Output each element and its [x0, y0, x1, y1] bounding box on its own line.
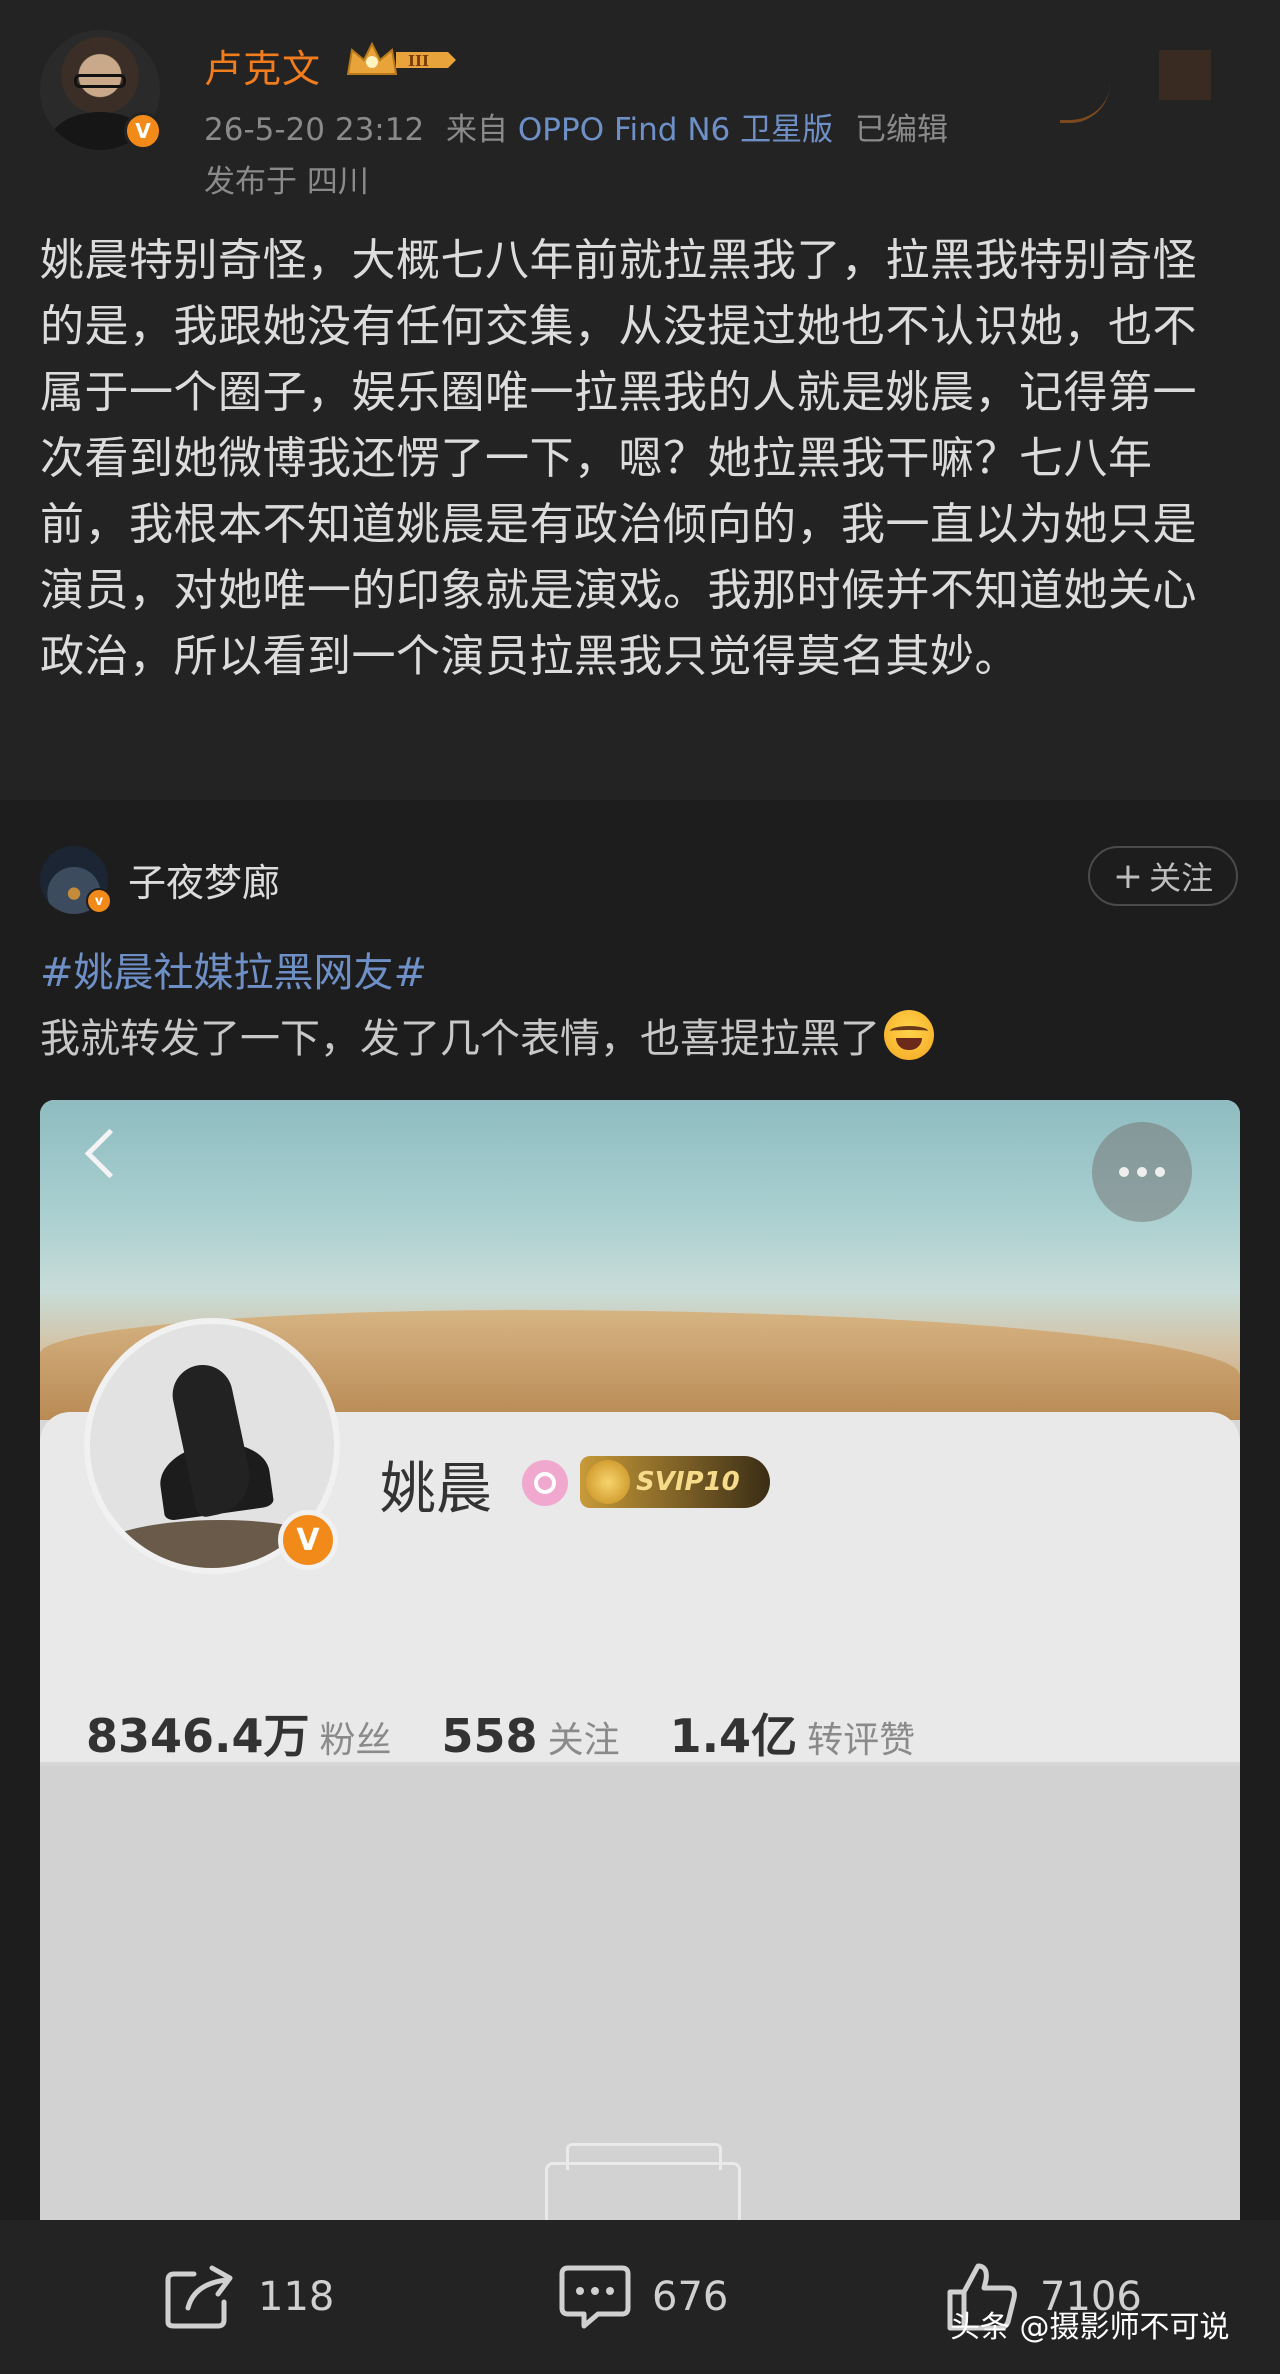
watermark-text: 头条 @摄影师不可说	[950, 2310, 1230, 2345]
comment-count: 676	[652, 2274, 729, 2320]
profile-verified-icon: V	[278, 1510, 338, 1570]
corner-decoration-square	[1159, 50, 1211, 100]
level-badge-text: III	[408, 52, 429, 70]
post-location: 发布于 四川	[204, 164, 369, 200]
like-button[interactable]: 7106	[946, 2220, 1142, 2374]
share-button[interactable]: 118	[164, 2220, 334, 2374]
member-crown-icon: III	[346, 41, 456, 75]
stat-fans-value: 8346.4万	[86, 1709, 310, 1763]
stat-interactions-value: 1.4亿	[669, 1709, 798, 1763]
profile-stats: 8346.4万 粉丝 558 关注 1.4亿 转评赞	[86, 1700, 965, 1766]
post-date: 26-5-20 23:12	[204, 112, 425, 148]
author-username[interactable]: 卢克文	[204, 38, 321, 93]
stat-fans-label: 粉丝	[319, 1720, 392, 1761]
plus-icon: +	[1112, 855, 1144, 897]
edited-label[interactable]: 已编辑	[855, 112, 948, 148]
hashtag-link[interactable]: #姚晨社媒拉黑网友#	[40, 940, 427, 998]
more-options-icon	[1092, 1122, 1192, 1222]
source-prefix: 来自	[446, 112, 509, 148]
share-icon	[165, 2265, 233, 2329]
svip-badge: SVIP10	[580, 1456, 770, 1508]
avatar-glasses-shape	[74, 74, 126, 88]
profile-name: 姚晨	[380, 1457, 492, 1522]
repost-username[interactable]: 子夜梦廊	[128, 852, 280, 907]
stat-interactions-label: 转评赞	[807, 1720, 916, 1761]
female-gender-icon	[522, 1460, 568, 1506]
comment-icon	[559, 2265, 631, 2329]
stat-following-value: 558	[441, 1709, 538, 1763]
follow-label: 关注	[1149, 859, 1214, 897]
share-count: 118	[258, 2274, 335, 2320]
verified-v-icon: V	[124, 112, 162, 150]
device-link[interactable]: OPPO Find N6 卫星版	[518, 112, 833, 148]
repost-verified-icon: v	[86, 888, 112, 914]
repost-text: 我就转发了一下，发了几个表情，也喜提拉黑了	[40, 1006, 934, 1064]
corner-decoration-arc	[1060, 60, 1110, 123]
post-body-text: 姚晨特别奇怪，大概七八年前就拉黑我了，拉黑我特别奇怪的是，我跟她没有任何交集，从…	[40, 235, 1197, 682]
original-post: V 卢克文 III 26-5-20 23:12 来自 OPPO Find N6 …	[0, 0, 1280, 800]
post-meta: 26-5-20 23:12 来自 OPPO Find N6 卫星版 已编辑	[204, 104, 948, 149]
comment-button[interactable]: 676	[558, 2220, 728, 2374]
follow-button[interactable]: + 关注	[1088, 846, 1238, 906]
attached-image[interactable]: V 姚晨 SVIP10 8346.4万 粉丝 558 关注 1.4亿 转评赞	[40, 1100, 1240, 2374]
laugh-cry-emoji-icon	[884, 1010, 934, 1060]
repost-text-content: 我就转发了一下，发了几个表情，也喜提拉黑了	[40, 1016, 880, 1062]
action-bar: 118 676 7106	[0, 2220, 1280, 2374]
stat-following-label: 关注	[547, 1720, 620, 1761]
